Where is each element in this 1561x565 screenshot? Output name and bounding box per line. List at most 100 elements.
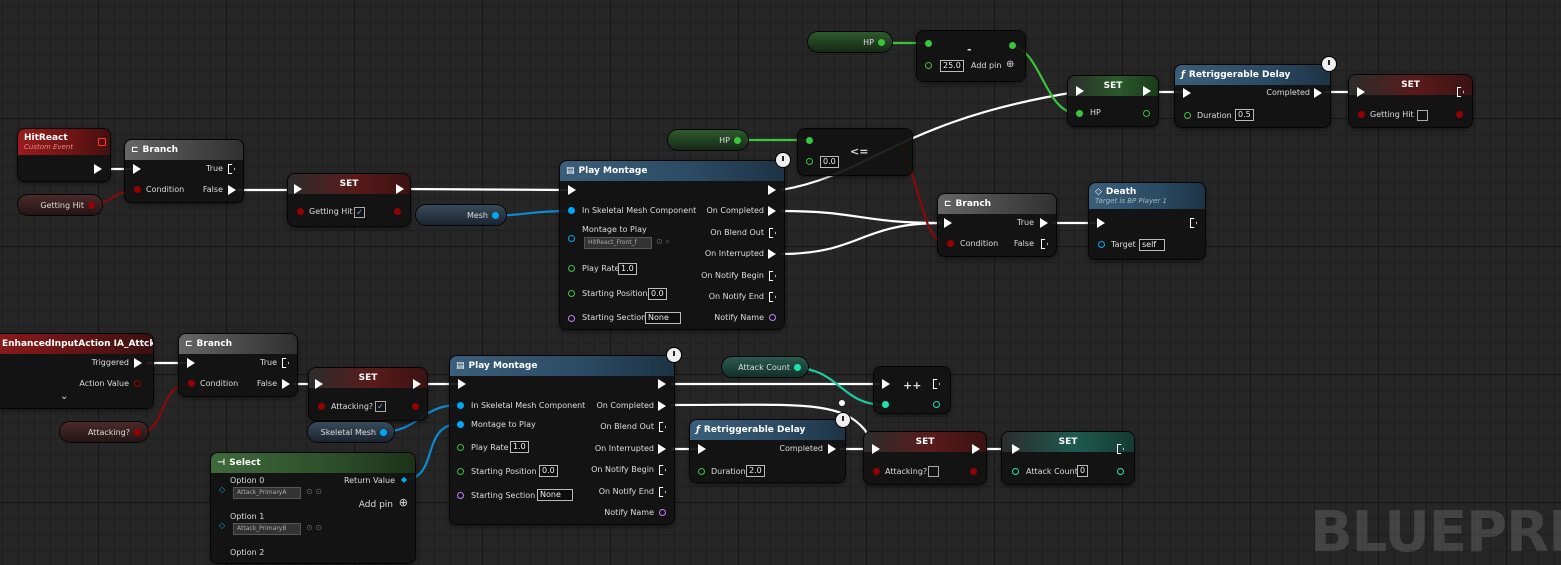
- duration-input[interactable]: 2.0: [746, 465, 765, 477]
- exec-in-pin[interactable]: [872, 444, 880, 454]
- false-exec-out-pin[interactable]: [1041, 239, 1048, 249]
- condition-pin[interactable]: [134, 186, 141, 193]
- notify-name-pin[interactable]: [659, 509, 666, 516]
- exec-in-pin[interactable]: [1012, 444, 1020, 454]
- option0-browse-icon[interactable]: ⊙ ⊙: [306, 487, 322, 497]
- exec-out-pin[interactable]: [413, 379, 421, 389]
- option1-browse-icon[interactable]: ⊙ ⊙: [306, 523, 322, 533]
- target-pin[interactable]: [1098, 241, 1105, 248]
- float-out-pin[interactable]: [734, 137, 741, 144]
- duration-input[interactable]: 0.5: [1235, 109, 1254, 121]
- int-out-pin[interactable]: [933, 401, 940, 408]
- attack-count-input[interactable]: 0: [1077, 465, 1089, 477]
- getting-hit-var-node[interactable]: Getting Hit: [18, 195, 102, 215]
- subtract-node[interactable]: - 25.0 Add pin ⊕: [917, 31, 1025, 81]
- exec-in-pin[interactable]: [294, 184, 302, 194]
- exec-in-pin[interactable]: [882, 379, 890, 389]
- attack-count-in-pin[interactable]: [1012, 468, 1019, 475]
- bool-out-pin[interactable]: [88, 202, 95, 209]
- on-notify-begin-pin[interactable]: [769, 271, 776, 281]
- b-in-pin[interactable]: [806, 158, 813, 165]
- action-value-pin[interactable]: [134, 380, 141, 387]
- bool-out-pin[interactable]: [134, 429, 141, 436]
- attack-count-out-pin[interactable]: [1117, 468, 1124, 475]
- getting-hit-checkbox[interactable]: ✓: [354, 207, 365, 218]
- hp-var-node-compare[interactable]: HP: [668, 130, 748, 150]
- increment-node[interactable]: ++: [874, 367, 950, 413]
- set-attacking-node-reset[interactable]: SET Attacking?: [864, 432, 986, 484]
- true-exec-out-pin[interactable]: [282, 358, 289, 368]
- exec-in-pin[interactable]: [1357, 87, 1365, 97]
- branch-node-attack[interactable]: ⊏ Branch True Condition False: [179, 334, 297, 396]
- hp-var-node-subtract[interactable]: HP: [808, 32, 892, 52]
- set-hp-node[interactable]: SET HP: [1068, 76, 1158, 126]
- delegate-pin[interactable]: [98, 138, 106, 146]
- exec-in-pin[interactable]: [187, 358, 195, 368]
- option0-pin-icon[interactable]: ◇: [219, 485, 225, 495]
- target-value[interactable]: self: [1139, 239, 1165, 251]
- getting-hit-in-pin[interactable]: [297, 208, 304, 215]
- int-in-pin[interactable]: [882, 401, 889, 408]
- branch-node-hitreact[interactable]: ⊏ Branch True Condition False: [125, 140, 243, 202]
- starting-position-pin[interactable]: [457, 468, 464, 475]
- triggered-pin[interactable]: [134, 358, 142, 368]
- exec-in-pin[interactable]: [1097, 218, 1105, 228]
- on-completed-pin[interactable]: [658, 401, 666, 411]
- attacking-in-pin[interactable]: [318, 403, 325, 410]
- exec-out-pin[interactable]: [972, 444, 980, 454]
- enhanced-input-action-node[interactable]: EnhancedInputAction IA_Attck Triggered A…: [0, 334, 153, 408]
- b-value-input[interactable]: 25.0: [940, 60, 964, 72]
- mesh-var-node[interactable]: Mesh: [416, 205, 506, 225]
- montage-to-play-pin[interactable]: [568, 235, 575, 242]
- add-pin-label[interactable]: Add pin: [971, 61, 1001, 71]
- getting-hit-out-pin[interactable]: [394, 208, 401, 215]
- add-pin-icon[interactable]: ⊕: [399, 497, 408, 508]
- add-pin-icon[interactable]: ⊕: [1006, 60, 1014, 70]
- getting-hit-in-pin[interactable]: [1358, 111, 1365, 118]
- set-attack-count-node[interactable]: SET Attack Count 0: [1002, 432, 1134, 484]
- on-interrupted-pin[interactable]: [768, 249, 776, 259]
- branch-node-death[interactable]: ⊏ Branch True Condition False: [938, 194, 1056, 256]
- expand-chevron-icon[interactable]: ⌄: [60, 392, 68, 402]
- completed-pin[interactable]: [828, 444, 836, 454]
- exec-out-pin[interactable]: [1190, 218, 1197, 228]
- skeletal-mesh-in-pin[interactable]: [457, 402, 464, 409]
- select-node[interactable]: ⊣ Select Option 0 ◇ Attack_PrimaryA ⊙ ⊙ O…: [211, 453, 415, 563]
- duration-pin[interactable]: [698, 468, 705, 475]
- exec-out-pin[interactable]: [94, 164, 102, 174]
- play-rate-input[interactable]: 1.0: [618, 263, 637, 275]
- attack-count-var-node[interactable]: Attack Count: [722, 357, 808, 377]
- montage-browse-icon[interactable]: ⊙ ⌕: [656, 237, 670, 247]
- add-pin-label[interactable]: Add pin: [359, 500, 393, 510]
- true-exec-out-pin[interactable]: [1040, 218, 1048, 228]
- duration-pin[interactable]: [1184, 112, 1191, 119]
- starting-section-input[interactable]: None: [645, 312, 681, 324]
- a-in-pin[interactable]: [806, 137, 813, 144]
- exec-out-pin[interactable]: [933, 379, 940, 389]
- starting-position-input[interactable]: 0.0: [648, 288, 667, 300]
- skeletal-mesh-var-node[interactable]: Skeletal Mesh: [308, 422, 394, 442]
- set-attacking-node[interactable]: SET Attacking? ✓: [309, 368, 427, 420]
- exec-out-pin[interactable]: [396, 184, 404, 194]
- option1-pin-icon[interactable]: ◇: [219, 521, 225, 531]
- attacking-in-pin[interactable]: [873, 468, 880, 475]
- play-rate-pin[interactable]: [457, 444, 464, 451]
- on-interrupted-pin[interactable]: [658, 444, 666, 454]
- notify-name-pin[interactable]: [769, 314, 776, 321]
- montage-to-play-pin[interactable]: [457, 421, 464, 428]
- exec-in-pin[interactable]: [458, 379, 466, 389]
- a-in-pin[interactable]: [925, 40, 932, 47]
- death-node[interactable]: ◇ Death Target is BP Player 1 Target self: [1089, 183, 1205, 259]
- exec-in-pin[interactable]: [133, 164, 141, 174]
- starting-position-pin[interactable]: [568, 290, 575, 297]
- skeletal-mesh-in-pin[interactable]: [568, 207, 575, 214]
- set-getting-hit-node-reset[interactable]: SET Getting Hit: [1349, 75, 1472, 127]
- on-blend-out-pin[interactable]: [769, 228, 776, 238]
- retriggerable-delay-node-attack[interactable]: ƒ Retriggerable Delay Completed Duration …: [690, 420, 845, 482]
- attacking-out-pin[interactable]: [412, 403, 419, 410]
- option1-dropdown[interactable]: Attack_PrimaryB: [233, 523, 301, 535]
- exec-in-pin[interactable]: [568, 185, 576, 195]
- option0-dropdown[interactable]: Attack_PrimaryA: [233, 487, 301, 499]
- play-montage-node-attack[interactable]: ▤ Play Montage In Skeletal Mesh Component…: [450, 356, 674, 524]
- float-out-pin[interactable]: [878, 39, 885, 46]
